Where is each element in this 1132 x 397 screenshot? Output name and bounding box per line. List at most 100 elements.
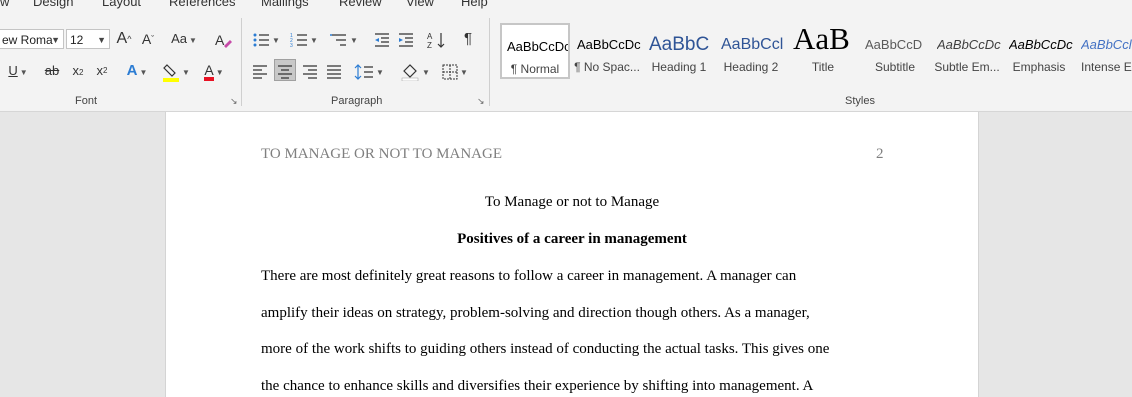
- svg-text:A: A: [215, 32, 225, 48]
- style-name: Subtle Em...: [934, 60, 1000, 74]
- chevron-down-icon[interactable]: ▼: [51, 30, 60, 48]
- font-group-label: Font: [75, 95, 98, 107]
- strikethrough-button[interactable]: ab: [42, 60, 62, 82]
- dialog-launcher-icon[interactable]: ↘: [477, 97, 486, 106]
- section-heading[interactable]: Positives of a career in management: [166, 231, 978, 248]
- multilevel-list-button[interactable]: ▼: [328, 28, 360, 50]
- decrease-indent-button[interactable]: [372, 28, 392, 50]
- strikethrough-icon: ab: [44, 63, 60, 78]
- font-size-combo[interactable]: 12 ▼: [66, 29, 110, 49]
- font-color-button[interactable]: A ▼: [198, 60, 230, 82]
- font-color-icon: A: [204, 63, 214, 81]
- document-canvas[interactable]: TO MANAGE OR NOT TO MANAGE 2 To Manage o…: [0, 112, 1132, 397]
- tab-view[interactable]: View: [406, 0, 434, 9]
- borders-button[interactable]: ▼: [438, 60, 472, 82]
- style-preview: AaBbC: [649, 34, 710, 55]
- style-title[interactable]: AaB Title: [788, 23, 858, 79]
- tab-mailings[interactable]: Mailings: [261, 0, 309, 9]
- style-preview: AaBbCcDc: [507, 39, 568, 54]
- style-heading-1[interactable]: AaBbC Heading 1: [644, 23, 714, 79]
- subscript-button[interactable]: x2: [70, 60, 86, 82]
- show-formatting-button[interactable]: ¶: [458, 28, 478, 50]
- tab-references[interactable]: References: [169, 0, 235, 9]
- document-title[interactable]: To Manage or not to Manage: [166, 194, 978, 211]
- justify-icon: [327, 64, 341, 79]
- paragraph-group-label: Paragraph: [331, 95, 383, 107]
- svg-text:3: 3: [290, 43, 293, 48]
- style-preview: AaBbCcl: [1081, 37, 1132, 52]
- style-preview: AaBbCcl: [721, 36, 784, 53]
- shrink-font-button[interactable]: Aˇ: [138, 28, 158, 50]
- decrease-indent-icon: [375, 32, 389, 47]
- body-text-line[interactable]: There are most definitely great reasons …: [261, 268, 796, 285]
- font-size-value: 12: [70, 33, 84, 47]
- style-normal[interactable]: AaBbCcDc ¶ Normal: [500, 23, 570, 79]
- style-name: Intense E: [1081, 60, 1132, 74]
- tab-review[interactable]: Review: [339, 0, 382, 9]
- tab-layout[interactable]: Layout: [102, 0, 141, 9]
- document-page[interactable]: TO MANAGE OR NOT TO MANAGE 2 To Manage o…: [165, 112, 979, 397]
- style-intense-emphasis[interactable]: AaBbCcl Intense E: [1076, 23, 1132, 79]
- ribbon-tab-strip: w Design Layout References Mailings Revi…: [0, 0, 1132, 10]
- svg-text:A: A: [427, 32, 433, 41]
- sort-icon: AZ: [427, 32, 445, 50]
- highlighter-icon: [163, 63, 180, 82]
- dialog-launcher-icon[interactable]: ↘: [230, 97, 239, 106]
- font-name-combo[interactable]: ew Roma ▼: [0, 29, 64, 49]
- bullet-list-icon: [253, 33, 270, 47]
- shading-button[interactable]: ▼: [398, 60, 432, 82]
- style-name: Title: [811, 60, 835, 74]
- sort-button[interactable]: AZ: [426, 28, 448, 50]
- text-effects-button[interactable]: A ▼: [122, 60, 152, 82]
- bullets-button[interactable]: ▼: [250, 28, 282, 50]
- group-divider: [241, 18, 242, 106]
- styles-gallery: AaBbCcDc ¶ Normal AaBbCcDc ¶ No Spac... …: [497, 23, 1132, 93]
- pilcrow-icon: ¶: [463, 30, 473, 47]
- chevron-down-icon[interactable]: ▼: [97, 30, 106, 48]
- style-subtitle[interactable]: AaBbCcD Subtitle: [860, 23, 930, 79]
- align-right-icon: [303, 64, 317, 79]
- tab-design[interactable]: Design: [33, 0, 73, 9]
- style-no-spacing[interactable]: AaBbCcDc ¶ No Spac...: [572, 23, 642, 79]
- align-left-icon: [253, 64, 267, 79]
- increase-indent-button[interactable]: [396, 28, 416, 50]
- style-heading-2[interactable]: AaBbCcl Heading 2: [716, 23, 786, 79]
- highlight-button[interactable]: ▼: [160, 60, 192, 82]
- line-spacing-button[interactable]: ▼: [352, 60, 386, 82]
- style-name: ¶ Normal: [510, 62, 560, 76]
- multilevel-list-icon: [330, 33, 347, 46]
- grow-font-button[interactable]: A^: [114, 28, 134, 50]
- superscript-button[interactable]: x2: [94, 60, 110, 82]
- grow-font-icon: A: [116, 30, 128, 47]
- numbered-list-icon: 123: [290, 33, 308, 49]
- body-text-line[interactable]: more of the work shifts to guiding other…: [261, 341, 829, 358]
- body-text-line[interactable]: the chance to enhance skills and diversi…: [261, 378, 813, 395]
- style-subtle-emphasis[interactable]: AaBbCcDc Subtle Em...: [932, 23, 1002, 79]
- style-preview: AaBbCcDc: [1009, 37, 1073, 52]
- increase-indent-icon: [399, 32, 413, 47]
- ribbon: ew Roma ▼ 12 ▼ A^ Aˇ Aa ▼ A U ▼ ab x2 x2 A…: [0, 10, 1132, 112]
- tab-draw[interactable]: w: [0, 0, 9, 9]
- svg-text:Z: Z: [427, 41, 432, 49]
- style-preview: AaB: [793, 25, 850, 53]
- change-case-button[interactable]: Aa ▼: [168, 28, 200, 50]
- running-header[interactable]: TO MANAGE OR NOT TO MANAGE: [261, 146, 502, 163]
- style-preview: AaBbCcD: [865, 37, 923, 52]
- justify-button[interactable]: [324, 60, 344, 82]
- numbering-button[interactable]: 1 2 3 ▼: [288, 28, 320, 50]
- align-left-button[interactable]: [250, 60, 270, 82]
- align-center-button[interactable]: [274, 59, 296, 81]
- style-name: Subtitle: [874, 60, 916, 74]
- shrink-font-icon: A: [141, 31, 152, 47]
- style-name: Heading 1: [651, 60, 707, 74]
- line-spacing-icon: [354, 63, 374, 80]
- align-right-button[interactable]: [300, 60, 320, 82]
- tab-help[interactable]: Help: [461, 0, 488, 9]
- style-emphasis[interactable]: AaBbCcDc Emphasis: [1004, 23, 1074, 79]
- body-text-line[interactable]: amplify their ideas on strategy, problem…: [261, 305, 810, 322]
- underline-button[interactable]: U ▼: [4, 60, 32, 82]
- page-number[interactable]: 2: [876, 146, 884, 163]
- clear-formatting-button[interactable]: A: [212, 28, 234, 50]
- change-case-icon: Aa: [171, 31, 187, 46]
- style-name: ¶ No Spac...: [574, 60, 640, 74]
